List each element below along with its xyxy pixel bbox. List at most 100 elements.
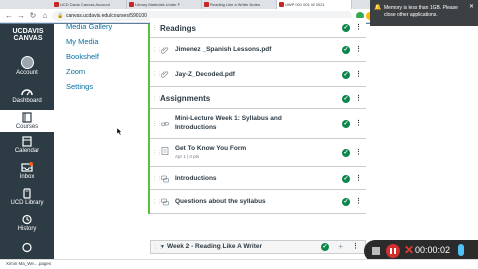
- drag-handle-icon[interactable]: ⋮⋮: [152, 176, 162, 182]
- browser-tab[interactable]: UCD Davis Canvas Account: [52, 0, 127, 9]
- microphone-icon[interactable]: [458, 244, 464, 256]
- nav-dashboard-label: Dashboard: [12, 98, 42, 104]
- kebab-menu-icon[interactable]: ⋮: [355, 197, 362, 205]
- low-memory-notification[interactable]: 🔔 Memory is less than 1GB. Please close …: [370, 0, 478, 26]
- course-nav-settings[interactable]: Settings: [66, 79, 146, 94]
- nav-courses-label: Courses: [15, 124, 39, 130]
- recording-timer: 00:00:02: [415, 245, 451, 255]
- kebab-menu-icon[interactable]: ⋮: [355, 70, 362, 78]
- drag-handle-icon[interactable]: ⋮⋮: [152, 25, 162, 31]
- canvas-favicon-icon: [129, 2, 134, 7]
- published-check-icon[interactable]: ✓: [321, 243, 329, 251]
- reload-icon[interactable]: ↻: [28, 11, 38, 21]
- module-week-2-header[interactable]: ⋮⋮ ▼ Week 2 - Reading Like A Writer ✓ + …: [150, 240, 366, 254]
- module-item-row[interactable]: ⋮⋮ Jay-Z_Decoded.pdf ✓ ⋮: [150, 62, 366, 87]
- module-item-title[interactable]: Introductions: [175, 175, 217, 182]
- module-item-title[interactable]: Get To Know You Form: [175, 145, 246, 152]
- module-item-row[interactable]: ⋮⋮ Get To Know You Form Apr 1 | 0 pts ✓ …: [150, 139, 366, 167]
- course-nav-zoom[interactable]: Zoom: [66, 64, 146, 79]
- course-nav-bookshelf[interactable]: Bookshelf: [66, 49, 146, 64]
- cancel-recording-icon[interactable]: ✕: [404, 243, 414, 257]
- module-item-title[interactable]: Jimenez _Spanish Lessons.pdf: [175, 46, 271, 53]
- module-item-row[interactable]: ⋮⋮ Questions about the syllabus ✓ ⋮: [150, 190, 366, 214]
- discussion-icon: [161, 198, 169, 206]
- pause-record-button[interactable]: [386, 244, 400, 258]
- close-icon[interactable]: ✕: [469, 4, 474, 11]
- browser-tab[interactable]: Reading Like a Writer Notes: [202, 0, 277, 9]
- drag-handle-icon[interactable]: ⋮⋮: [152, 96, 162, 102]
- course-navigation: Media Gallery My Media Bookshelf Zoom Se…: [66, 22, 146, 94]
- nav-help[interactable]: [0, 242, 54, 254]
- nav-ucd-library-label: UCD Library: [10, 200, 44, 206]
- published-check-icon[interactable]: ✓: [342, 149, 350, 157]
- published-check-icon[interactable]: ✓: [342, 95, 350, 103]
- module-item-title-line2[interactable]: Introductions: [175, 124, 217, 131]
- dashboard-icon: [21, 89, 33, 96]
- nav-history[interactable]: History: [0, 214, 54, 232]
- published-check-icon[interactable]: ✓: [342, 71, 350, 79]
- calendar-icon: [22, 136, 32, 147]
- logo-line-ucdavis: UCDAVIS: [12, 28, 44, 35]
- ucdavis-canvas-logo[interactable]: UCDAVIS CANVAS: [6, 28, 50, 42]
- kebab-menu-icon[interactable]: ⋮: [352, 242, 359, 250]
- nav-history-label: History: [17, 226, 37, 232]
- collapse-triangle-icon[interactable]: ▼: [160, 244, 165, 250]
- module-item-title[interactable]: Jay-Z_Decoded.pdf: [175, 71, 235, 78]
- drag-handle-icon[interactable]: ⋮⋮: [152, 47, 162, 53]
- notification-text-line1: Memory is less than 1GB. Please: [384, 5, 458, 11]
- module-item-title[interactable]: Mini-Lecture Week 1: Syllabus and: [175, 115, 282, 122]
- nav-ucd-library[interactable]: UCD Library: [0, 188, 54, 206]
- home-icon[interactable]: ⌂: [40, 11, 50, 21]
- week-2-title: Week 2 - Reading Like A Writer: [167, 243, 262, 250]
- kebab-menu-icon[interactable]: ⋮: [355, 23, 362, 31]
- nav-calendar[interactable]: Calendar: [0, 136, 54, 154]
- drag-handle-icon[interactable]: ⋮⋮: [152, 199, 162, 205]
- nav-calendar-label: Calendar: [14, 148, 40, 154]
- course-nav-media-gallery[interactable]: Media Gallery: [66, 19, 146, 34]
- kebab-menu-icon[interactable]: ⋮: [355, 94, 362, 102]
- published-check-icon[interactable]: ✓: [342, 24, 350, 32]
- add-item-icon[interactable]: +: [338, 242, 343, 251]
- nav-dashboard[interactable]: Dashboard: [0, 86, 54, 104]
- forward-arrow-icon[interactable]: →: [16, 11, 26, 21]
- browser-tab-active[interactable]: UWP 001 001 W 2021: [277, 0, 352, 9]
- drag-handle-icon[interactable]: ⋮⋮: [152, 71, 162, 77]
- canvas-favicon-icon: [204, 2, 209, 7]
- module-item-row[interactable]: ⋮⋮ Introductions ✓ ⋮: [150, 167, 366, 190]
- notification-text-line2: close other applications.: [384, 12, 438, 18]
- stop-icon[interactable]: [372, 247, 380, 255]
- course-nav-my-media[interactable]: My Media: [66, 34, 146, 49]
- avatar-icon: [20, 56, 34, 69]
- attachment-icon: [161, 71, 169, 78]
- kebab-menu-icon[interactable]: ⋮: [355, 174, 362, 182]
- lock-icon: 🔒: [57, 13, 64, 19]
- nav-account-label: Account: [16, 70, 38, 76]
- drag-handle-icon[interactable]: ⋮⋮: [152, 121, 162, 127]
- kebab-menu-icon[interactable]: ⋮: [355, 45, 362, 53]
- module-item-row[interactable]: ⋮⋮ Mini-Lecture Week 1: Syllabus and Int…: [150, 109, 366, 139]
- module-item-row[interactable]: ⋮⋮ Jimenez _Spanish Lessons.pdf ✓ ⋮: [150, 38, 366, 62]
- drag-handle-icon[interactable]: ⋮⋮: [152, 150, 162, 156]
- tab-title: Reading Like a Writer Notes: [210, 2, 260, 7]
- kebab-menu-icon[interactable]: ⋮: [355, 148, 362, 156]
- module-item-title[interactable]: Questions about the syllabus: [175, 198, 266, 205]
- published-check-icon[interactable]: ✓: [342, 46, 350, 54]
- readings-header: Readings: [160, 24, 197, 33]
- subheader-row: ⋮⋮ Readings ✓ ⋮: [150, 18, 366, 38]
- tab-title: UCD Davis Canvas Account: [60, 2, 110, 7]
- nav-inbox[interactable]: Inbox: [0, 162, 54, 180]
- library-icon: [23, 188, 31, 199]
- back-arrow-icon[interactable]: ←: [4, 11, 14, 21]
- download-item[interactable]: Ximin Ma_We....pages: [6, 261, 51, 266]
- nav-courses[interactable]: Courses: [0, 110, 54, 132]
- browser-tab[interactable]: Library Materials Under F: [127, 0, 202, 9]
- book-icon: [22, 112, 32, 123]
- published-check-icon[interactable]: ✓: [342, 175, 350, 183]
- published-check-icon[interactable]: ✓: [342, 198, 350, 206]
- help-icon: [22, 242, 32, 253]
- published-check-icon[interactable]: ✓: [342, 120, 350, 128]
- tab-title: UWP 001 001 W 2021: [285, 2, 325, 7]
- global-navigation: UCDAVIS CANVAS Account Dashboard Courses…: [0, 24, 54, 260]
- kebab-menu-icon[interactable]: ⋮: [355, 119, 362, 127]
- nav-account[interactable]: Account: [0, 56, 54, 76]
